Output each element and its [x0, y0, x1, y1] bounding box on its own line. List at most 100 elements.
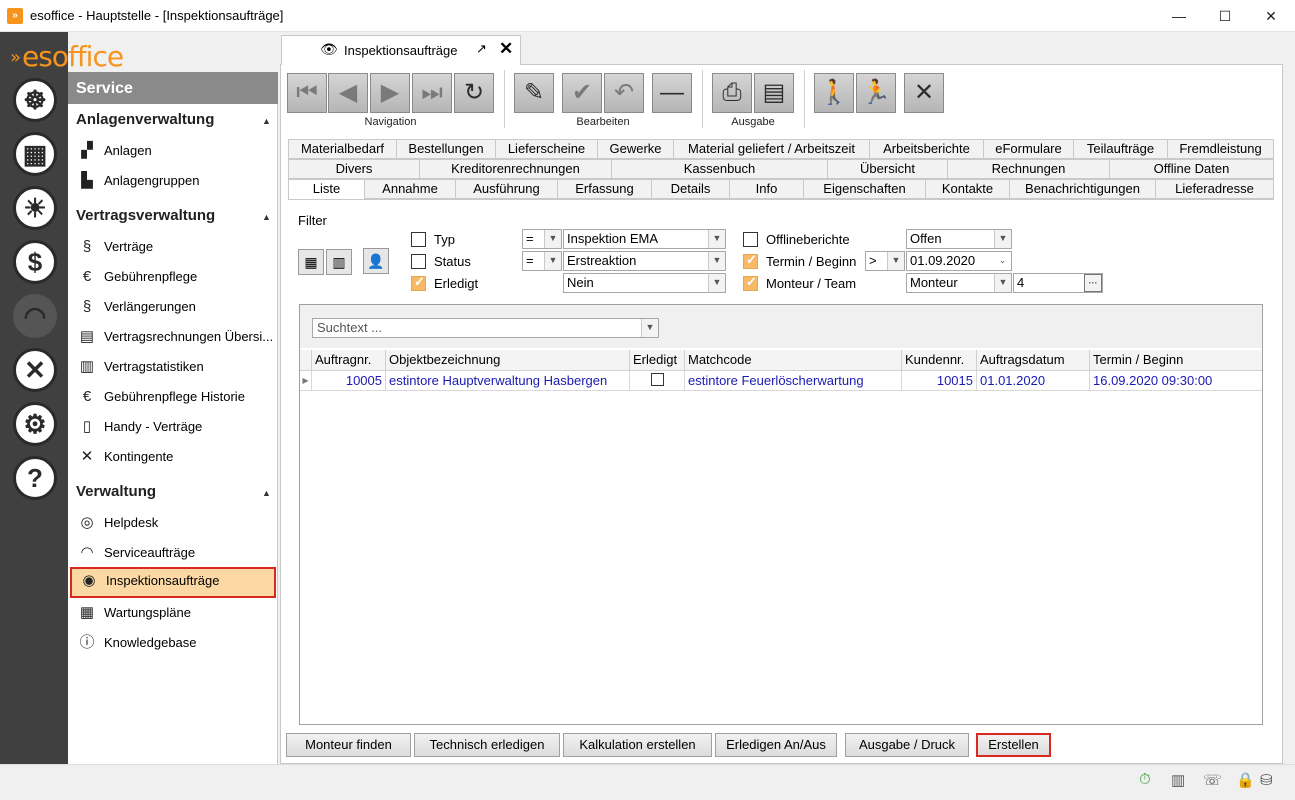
monteur-number-field[interactable]: 4 ··· — [1013, 273, 1103, 293]
tab-liste[interactable]: Liste — [288, 179, 365, 200]
status-operator-select[interactable]: = ▼ — [522, 251, 562, 271]
tab-offline-daten[interactable]: Offline Daten — [1110, 159, 1274, 179]
headset-icon[interactable]: ◠ — [13, 294, 57, 338]
print-icon[interactable]: ⎙ — [712, 73, 752, 113]
previous-record-icon[interactable]: ◀ — [328, 73, 368, 113]
next-record-icon[interactable]: ▶ — [370, 73, 410, 113]
nav-item-handy-vertraege[interactable]: ▯ Handy - Verträge — [70, 413, 276, 441]
offlineberichte-value-select[interactable]: Offen ▼ — [906, 229, 1012, 249]
tab-annahme[interactable]: Annahme — [365, 179, 456, 199]
monteur-type-select[interactable]: Monteur ▼ — [906, 273, 1012, 293]
monteur-finden-button[interactable]: Monteur finden — [286, 733, 411, 757]
tab-kassenbuch[interactable]: Kassenbuch — [612, 159, 828, 179]
monteur-checkbox[interactable] — [743, 274, 758, 291]
person-icon[interactable]: 👤 — [363, 248, 389, 274]
close-window-button[interactable]: ✕ — [1248, 0, 1294, 32]
column-header-termin[interactable]: Termin / Beginn — [1090, 350, 1262, 371]
tab-erfassung[interactable]: Erfassung — [558, 179, 652, 199]
erledigt-row-checkbox[interactable] — [651, 373, 664, 386]
group-verwaltung[interactable]: Verwaltung — [76, 483, 156, 500]
edit-icon[interactable]: ✎ — [514, 73, 554, 113]
typ-checkbox[interactable] — [411, 232, 426, 247]
typ-value-select[interactable]: Inspektion EMA ▼ — [563, 229, 726, 249]
report-icon[interactable]: ▤ — [754, 73, 794, 113]
last-record-icon[interactable]: ⏭ — [412, 73, 452, 113]
group-anlagenverwaltung[interactable]: Anlagenverwaltung — [76, 111, 214, 128]
nav-item-serviceauftraege[interactable]: ◠ Serviceaufträge — [70, 539, 276, 567]
filter-buildings-icon[interactable]: ▥ — [326, 249, 352, 275]
column-header-auftragnr[interactable]: Auftragnr. — [312, 350, 386, 371]
tab-fremdleistung[interactable]: Fremdleistung — [1168, 139, 1274, 159]
column-header-erledigt[interactable]: Erledigt — [630, 350, 685, 371]
kalkulation-erstellen-button[interactable]: Kalkulation erstellen — [563, 733, 712, 757]
termin-checkbox[interactable] — [743, 252, 758, 269]
cell-auftragsdatum[interactable]: 01.01.2020 — [977, 371, 1090, 391]
tab-kreditorenrechnungen[interactable]: Kreditorenrechnungen — [420, 159, 612, 179]
filter-building-icon[interactable]: ▦ — [298, 249, 324, 275]
close-tab-icon[interactable]: ✕ — [499, 39, 513, 59]
minimize-button[interactable]: — — [1156, 0, 1202, 32]
cell-erledigt[interactable] — [630, 371, 685, 391]
undo-icon[interactable]: ↶ — [604, 73, 644, 113]
erledigt-value-select[interactable]: Nein ▼ — [563, 273, 726, 293]
ellipsis-button[interactable]: ··· — [1084, 274, 1102, 292]
status-checkbox[interactable] — [411, 254, 426, 269]
nav-item-inspektionsauftraege[interactable]: ◉ Inspektionsaufträge — [70, 567, 276, 598]
alarm-light-icon[interactable]: ☀ — [13, 186, 57, 230]
calendar-grid-icon[interactable]: ▦ — [13, 132, 57, 176]
tab-gewerke[interactable]: Gewerke — [598, 139, 674, 159]
column-header-auftragsdatum[interactable]: Auftragsdatum — [977, 350, 1090, 371]
tab-teilauftraege[interactable]: Teilaufträge — [1074, 139, 1168, 159]
tab-lieferadresse[interactable]: Lieferadresse — [1156, 179, 1274, 199]
typ-operator-select[interactable]: = ▼ — [522, 229, 562, 249]
confirm-icon[interactable]: ✔ — [562, 73, 602, 113]
helm-icon[interactable]: ☸ — [13, 78, 57, 122]
tab-materialbedarf[interactable]: Materialbedarf — [288, 139, 397, 159]
tab-material-geliefert[interactable]: Material geliefert / Arbeitszeit — [674, 139, 870, 159]
tab-arbeitsberichte[interactable]: Arbeitsberichte — [870, 139, 984, 159]
tab-divers[interactable]: Divers — [288, 159, 420, 179]
tab-rechnungen[interactable]: Rechnungen — [948, 159, 1110, 179]
cell-kundennr[interactable]: 10015 — [902, 371, 977, 391]
status-value-select[interactable]: Erstreaktion ▼ — [563, 251, 726, 271]
cell-auftragnr[interactable]: 10005 — [312, 371, 386, 391]
column-header-kundennr[interactable]: Kundennr. — [902, 350, 977, 371]
timer-icon[interactable]: ⏱ — [1139, 771, 1151, 788]
lock-icon[interactable]: 🔒 — [1236, 771, 1255, 789]
nav-item-helpdesk[interactable]: ◎ Helpdesk — [70, 509, 276, 537]
column-header-objektbezeichnung[interactable]: Objektbezeichnung — [386, 350, 630, 371]
cell-termin[interactable]: 16.09.2020 09:30:00 — [1090, 371, 1262, 391]
walk-icon[interactable]: 🚶 — [814, 73, 854, 113]
nav-item-verlaengerungen[interactable]: § Verlängerungen — [70, 293, 276, 321]
close-icon[interactable]: ✕ — [904, 73, 944, 113]
termin-date-picker[interactable]: 01.09.2020 ⌄ — [906, 251, 1012, 271]
tab-kontakte[interactable]: Kontakte — [926, 179, 1010, 199]
run-icon[interactable]: 🏃 — [856, 73, 896, 113]
tab-info[interactable]: Info — [730, 179, 804, 199]
collapse-caret-icon[interactable]: ▲ — [262, 212, 271, 222]
tab-details[interactable]: Details — [652, 179, 730, 199]
delete-icon[interactable]: — — [652, 73, 692, 113]
nav-item-anlagen[interactable]: ▞ Anlagen — [70, 137, 276, 165]
nav-item-gebuehrenpflege-historie[interactable]: € Gebührenpflege Historie — [70, 383, 276, 411]
tab-uebersicht[interactable]: Übersicht — [828, 159, 948, 179]
nav-item-vertraege[interactable]: § Verträge — [70, 233, 276, 261]
money-icon[interactable]: $ — [13, 240, 57, 284]
phone-icon[interactable]: ☏ — [1203, 771, 1222, 789]
tab-eformulare[interactable]: eFormulare — [984, 139, 1074, 159]
nav-item-vertragsrechnungen[interactable]: ▤ Vertragsrechnungen Übersi... — [70, 323, 276, 351]
nav-item-vertragstatistiken[interactable]: ▥ Vertragstatistiken — [70, 353, 276, 381]
cell-matchcode[interactable]: estintore Feuerlöscherwartung — [685, 371, 902, 391]
nav-item-gebuehrenpflege[interactable]: € Gebührenpflege — [70, 263, 276, 291]
tab-bestellungen[interactable]: Bestellungen — [397, 139, 496, 159]
search-input[interactable]: Suchtext ... ▼ — [312, 318, 659, 338]
tab-lieferscheine[interactable]: Lieferscheine — [496, 139, 598, 159]
column-header-matchcode[interactable]: Matchcode — [685, 350, 902, 371]
nav-item-knowledgebase[interactable]: ⓘ Knowledgebase — [70, 629, 276, 657]
cell-objektbezeichnung[interactable]: estintore Hauptverwaltung Hasbergen — [386, 371, 630, 391]
technisch-erledigen-button[interactable]: Technisch erledigen — [414, 733, 560, 757]
database-icon[interactable]: ⛁ — [1260, 771, 1273, 789]
offlineberichte-checkbox[interactable] — [743, 232, 758, 247]
document-tab[interactable]: 👁 Inspektionsaufträge ↗ ✕ — [281, 35, 521, 65]
help-icon[interactable]: ? — [13, 456, 57, 500]
